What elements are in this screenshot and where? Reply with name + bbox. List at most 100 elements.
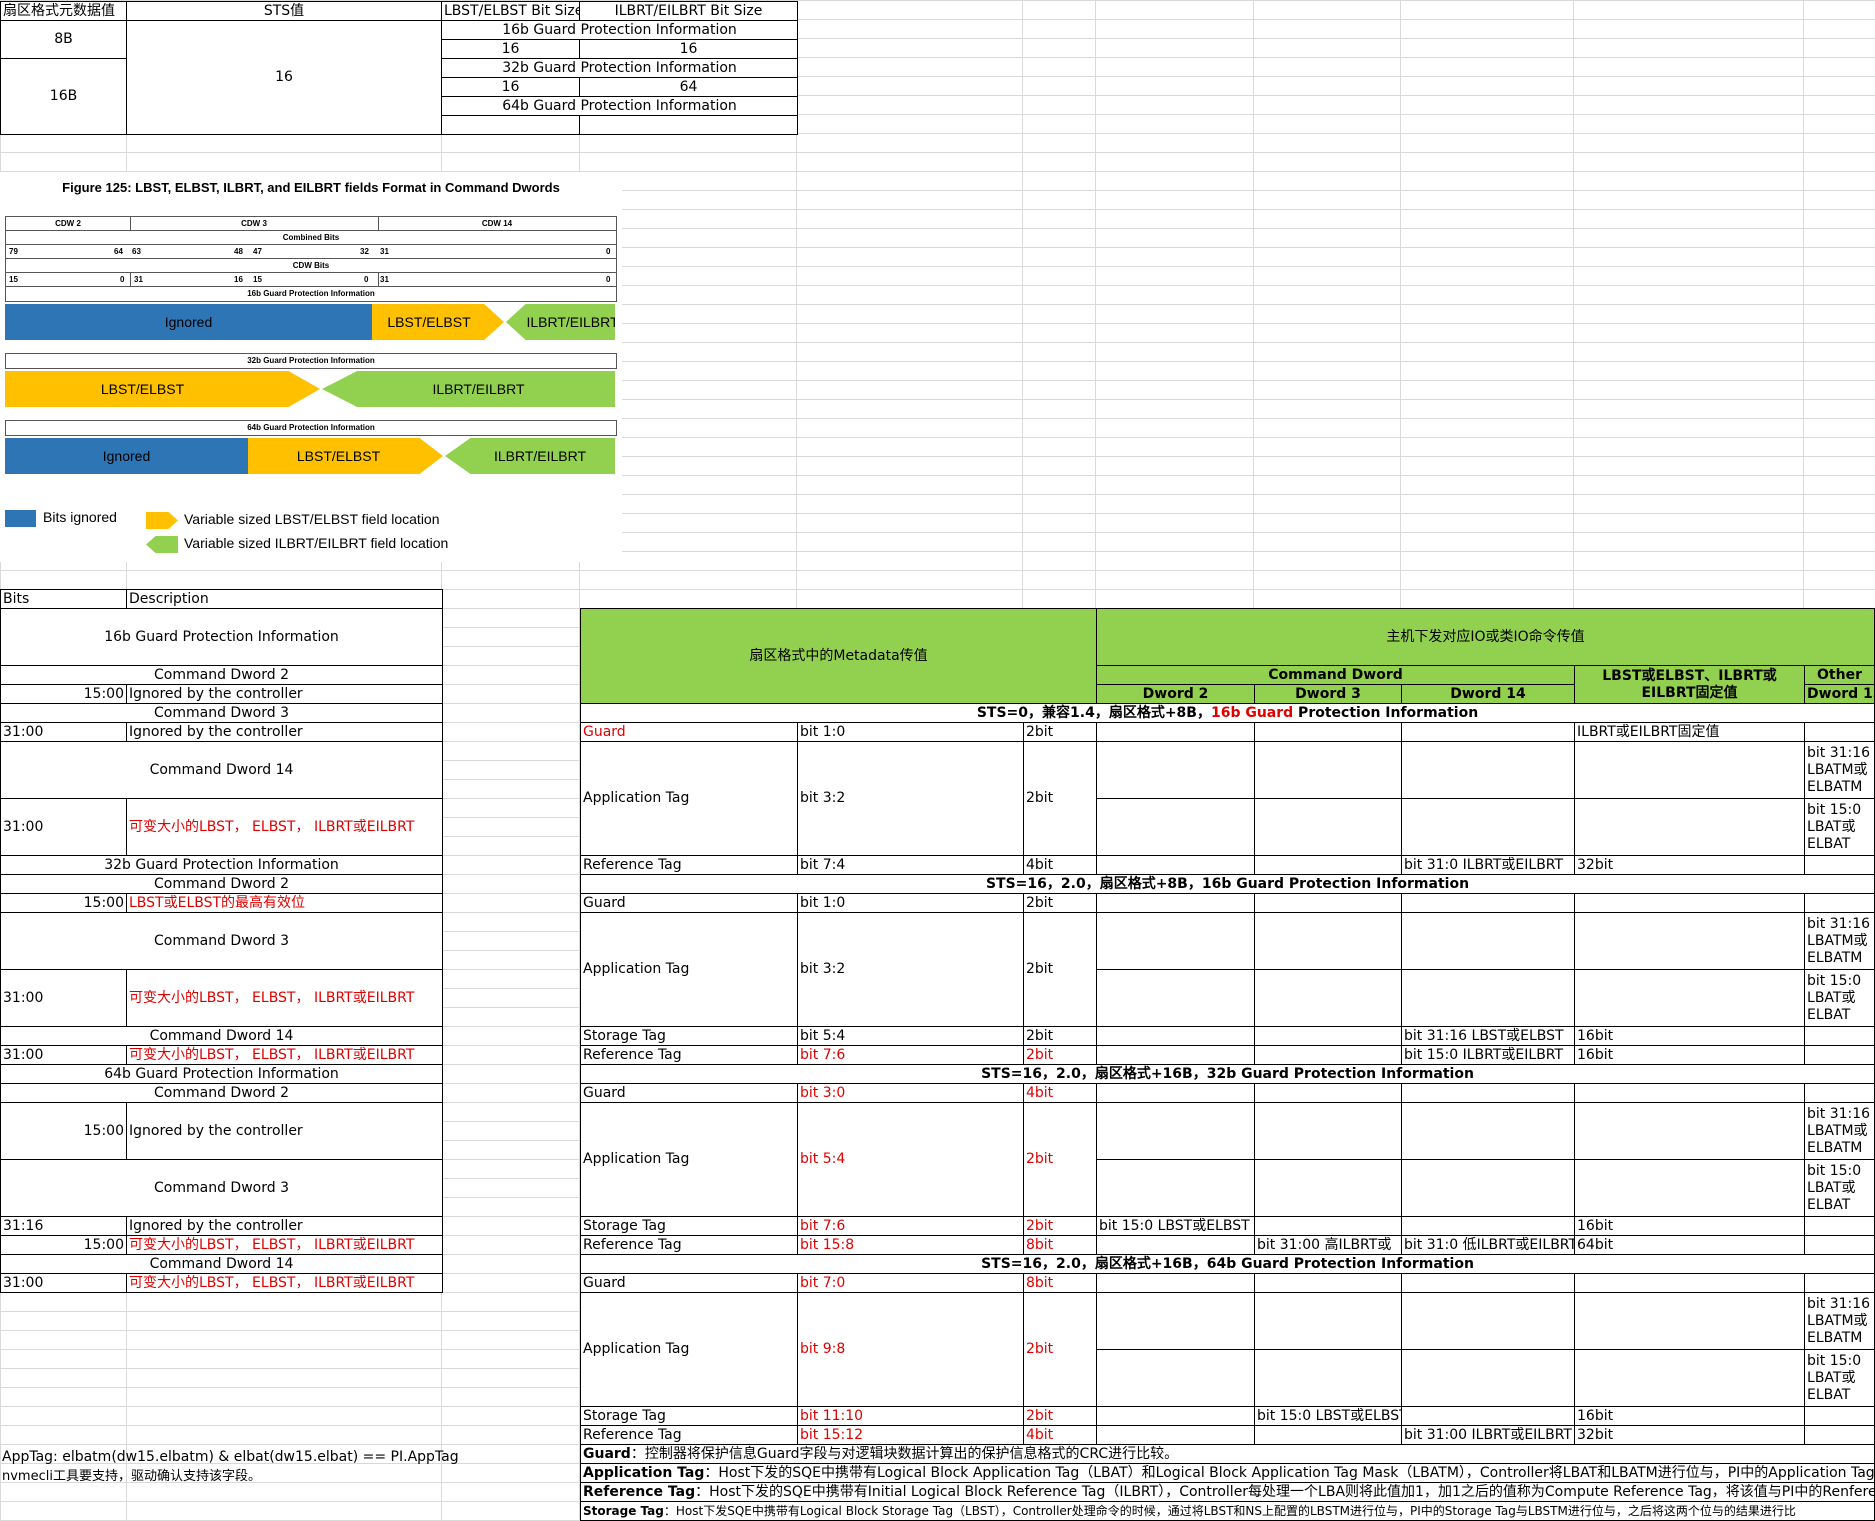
section-64b-cell[interactable]: 64b Guard Protection Information [0, 1064, 443, 1084]
bits-cell[interactable]: bit 9:8 [797, 1292, 1024, 1407]
fixed-cell[interactable]: 32bit [1574, 855, 1806, 875]
field-name-cell[interactable]: Application Tag [580, 1102, 798, 1217]
bits-cell[interactable]: bit 7:6 [797, 1216, 1024, 1236]
bits-cell[interactable]: bit 15:12 [797, 1425, 1024, 1445]
size-cell[interactable]: 2bit [1022, 1026, 1098, 1046]
note-guard[interactable]: Guard：控制器将保护信息Guard字段与对逻辑块数据计算出的保护信息格式的C… [579, 1444, 1875, 1464]
field-name-cell[interactable]: Guard [580, 893, 798, 913]
cmd-dword-cell[interactable]: Command Dword 3 [0, 703, 443, 723]
field-name-cell[interactable]: Storage Tag [580, 1216, 798, 1236]
bits-cell[interactable]: bit 5:4 [797, 1102, 1024, 1217]
fixed-cell[interactable]: 16bit [1574, 1045, 1806, 1065]
size-cell[interactable]: 2bit [1022, 722, 1098, 742]
size-cell[interactable]: 2bit [1022, 1216, 1098, 1236]
size-cell[interactable]: 2bit [1022, 1406, 1098, 1426]
size-cell[interactable]: 8bit [1022, 1235, 1098, 1255]
size-cell[interactable]: 4bit [1022, 1425, 1098, 1445]
bits-cell[interactable]: 15:00 [0, 684, 127, 704]
dw14-cell[interactable]: bit 15:0 ILBRT或EILBRT [1401, 1045, 1576, 1065]
bits-cell[interactable]: 31:00 [0, 722, 127, 742]
desc-cell[interactable]: Ignored by the controller [126, 722, 443, 742]
field-name-cell[interactable]: Reference Tag [580, 855, 798, 875]
bits-cell[interactable]: 31:00 [0, 798, 127, 856]
cmd-dword-cell[interactable]: Command Dword 3 [0, 1159, 443, 1217]
cmd-dword-cell[interactable]: Command Dword 14 [0, 1026, 443, 1046]
size-cell[interactable]: 2bit [1022, 1045, 1098, 1065]
desc-cell[interactable]: 可变大小的LBST， ELBST， ILBRT或EILBRT [126, 1235, 443, 1255]
bits-cell[interactable]: bit 1:0 [797, 893, 1024, 913]
other-cell[interactable]: bit 15:0 LBAT或ELBAT [1804, 969, 1875, 1027]
dword14-header[interactable]: Dword 14 [1401, 684, 1576, 704]
note-ref[interactable]: Reference Tag：Host下发的SQE中携带有Initial Logi… [579, 1482, 1875, 1502]
bits-cell[interactable]: bit 7:4 [797, 855, 1024, 875]
header-cell[interactable]: 扇区格式元数据值 [0, 1, 127, 21]
other-cell[interactable]: bit 15:0 LBAT或ELBAT [1804, 798, 1875, 856]
dw3-cell[interactable]: bit 31:00 高ILBRT或 [1254, 1235, 1403, 1255]
value-cell[interactable]: 64 [579, 77, 798, 97]
guard-64b-cell[interactable]: 64b Guard Protection Information [441, 96, 798, 116]
host-header[interactable]: 主机下发对应IO或类IO命令传值 [1096, 608, 1875, 666]
fixed-cell[interactable]: 16bit [1574, 1406, 1806, 1426]
bits-cell[interactable]: 15:00 [0, 1235, 127, 1255]
bits-header[interactable]: Bits [0, 589, 127, 609]
dw14-cell[interactable]: bit 31:0 低ILBRT或EILBRT [1401, 1235, 1576, 1255]
desc-cell[interactable]: Ignored by the controller [126, 1102, 443, 1160]
bits-cell[interactable]: 15:00 [0, 893, 127, 913]
description-header[interactable]: Description [126, 589, 443, 609]
field-name-cell[interactable]: Guard [580, 1083, 798, 1103]
note-storage[interactable]: Storage Tag：Host下发SQE中携带有Logical Block S… [579, 1501, 1875, 1521]
other-cell[interactable]: bit 31:16 LBATM或ELBATM [1804, 912, 1875, 970]
bits-cell[interactable]: 31:16 [0, 1216, 127, 1236]
nvmecli-note[interactable]: nvmecli工具要支持，驱动确认支持该字段。 [2, 1468, 261, 1485]
field-name-cell[interactable]: Reference Tag [580, 1235, 798, 1255]
note-app[interactable]: Application Tag：Host下发的SQE中携带有Logical Bl… [579, 1463, 1875, 1483]
value-cell[interactable]: 16 [441, 77, 580, 97]
section-16b-cell[interactable]: 16b Guard Protection Information [0, 608, 443, 666]
dw2-cell[interactable]: bit 15:0 LBST或ELBST [1096, 1216, 1256, 1236]
dword2-header[interactable]: Dword 2 [1096, 684, 1256, 704]
bits-cell[interactable]: bit 3:0 [797, 1083, 1024, 1103]
other-cell[interactable]: bit 31:16 LBATM或ELBATM [1804, 1102, 1875, 1160]
other-header[interactable]: Other [1804, 665, 1875, 685]
desc-cell[interactable]: 可变大小的LBST， ELBST， ILBRT或EILBRT [126, 969, 443, 1027]
section-4-title[interactable]: STS=16，2.0，扇区格式+16B，64b Guard Protection… [579, 1254, 1875, 1274]
size-cell[interactable]: 2bit [1022, 741, 1098, 856]
apptag-note[interactable]: AppTag: elbatm(dw15.elbatm) & elbat(dw15… [2, 1449, 459, 1466]
header-cell[interactable]: LBST/ELBST Bit Size [441, 1, 580, 21]
section-32b-cell[interactable]: 32b Guard Protection Information [0, 855, 443, 875]
other-cell[interactable]: bit 15:0 LBAT或ELBAT [1804, 1159, 1875, 1217]
bits-cell[interactable]: bit 15:8 [797, 1235, 1024, 1255]
desc-cell[interactable]: Ignored by the controller [126, 1216, 443, 1236]
field-name-cell[interactable]: Storage Tag [580, 1406, 798, 1426]
bits-cell[interactable]: 31:00 [0, 1045, 127, 1065]
size-cell[interactable]: 8bit [1022, 1273, 1098, 1293]
metadata-8b-cell[interactable]: 8B [0, 20, 127, 59]
fixed-cell[interactable]: 64bit [1574, 1235, 1806, 1255]
desc-cell[interactable]: 可变大小的LBST， ELBST， ILBRT或EILBRT [126, 1273, 443, 1293]
guard-16b-cell[interactable]: 16b Guard Protection Information [441, 20, 798, 40]
desc-cell[interactable]: 可变大小的LBST， ELBST， ILBRT或EILBRT [126, 798, 443, 856]
bits-cell[interactable]: 15:00 [0, 1102, 127, 1160]
bits-cell[interactable]: 31:00 [0, 1273, 127, 1293]
desc-cell[interactable]: 可变大小的LBST， ELBST， ILBRT或EILBRT [126, 1045, 443, 1065]
value-cell[interactable]: 16 [579, 39, 798, 59]
section-2-title[interactable]: STS=16，2.0，扇区格式+8B，16b Guard Protection … [579, 874, 1875, 894]
cmd-dword-cell[interactable]: Command Dword 2 [0, 874, 443, 894]
value-cell[interactable]: 16 [441, 39, 580, 59]
header-cell[interactable]: ILBRT/EILBRT Bit Size [579, 1, 798, 21]
fixed-cell[interactable]: 16bit [1574, 1216, 1806, 1236]
fixed-cell[interactable]: ILBRT或EILBRT固定值 [1574, 722, 1806, 742]
field-name-cell[interactable]: Reference Tag [580, 1425, 798, 1445]
fixed-cell[interactable]: 32bit [1574, 1425, 1806, 1445]
fixed-value-header[interactable]: LBST或ELBST、ILBRT或EILBRT固定值 [1574, 665, 1806, 704]
dword15-header[interactable]: Dword 15 [1804, 684, 1875, 704]
bits-cell[interactable]: bit 7:0 [797, 1273, 1024, 1293]
cmd-dword-cell[interactable]: Command Dword 2 [0, 665, 443, 685]
bits-cell[interactable]: bit 7:6 [797, 1045, 1024, 1065]
desc-cell[interactable]: LBST或ELBST的最高有效位 [126, 893, 443, 913]
dw3-cell[interactable]: bit 15:0 LBST或ELBST [1254, 1406, 1403, 1426]
field-name-cell[interactable]: Guard [580, 1273, 798, 1293]
cmd-dword-header[interactable]: Command Dword [1096, 665, 1576, 685]
size-cell[interactable]: 2bit [1022, 1292, 1098, 1407]
dw14-cell[interactable]: bit 31:0 ILBRT或EILBRT [1401, 855, 1576, 875]
